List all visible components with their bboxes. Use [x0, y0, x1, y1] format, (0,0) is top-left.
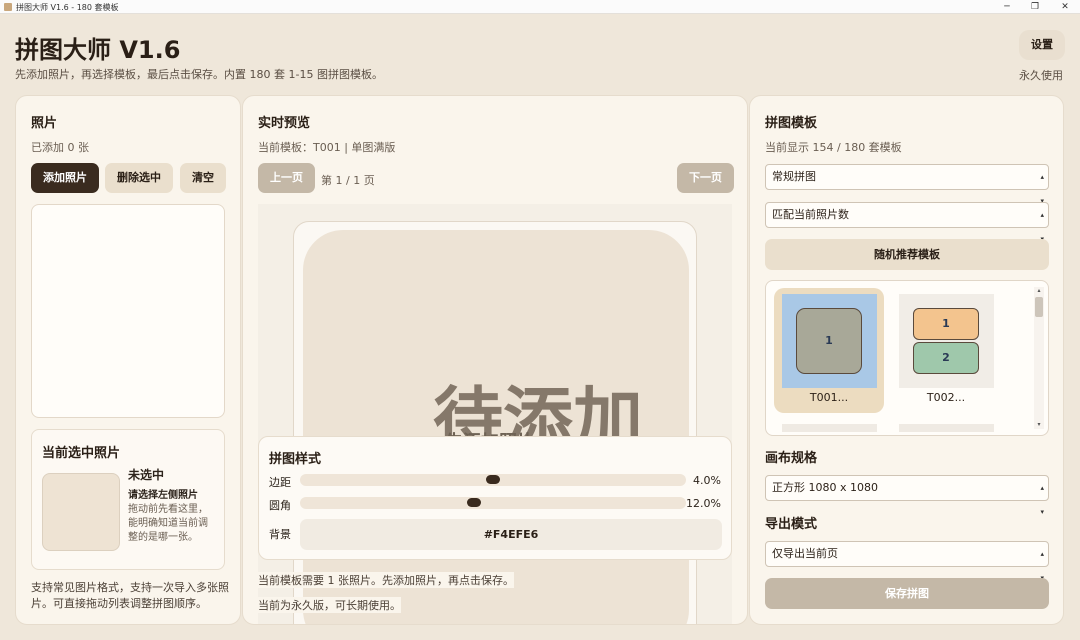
template-label: T001... [809, 391, 849, 404]
window-titlebar: 拼图大师 V1.6 - 180 套模板 ─ ❐ ✕ [0, 0, 1080, 14]
template-category-value: 常规拼图 [772, 170, 816, 183]
canvas-size-title: 画布规格 [765, 451, 818, 466]
template-preview: 1 [782, 294, 877, 388]
template-count: 当前显示 154 / 180 套模板 [765, 141, 902, 154]
style-card: 拼图样式 边距 4.0% 圆角 12.0% 背景 #F4EFE6 [258, 436, 732, 560]
template-cell: 1 [913, 308, 979, 340]
prev-page-button[interactable]: 上一页 [258, 163, 315, 193]
margin-slider-thumb[interactable] [486, 475, 500, 484]
license-note: 当前为永久版，可长期使用。 [258, 597, 401, 613]
export-mode-title: 导出模式 [765, 517, 818, 532]
template-filter-value: 匹配当前照片数 [772, 208, 849, 221]
current-template-text: 当前模板：T001 | 单图满版 [258, 141, 396, 154]
margin-slider[interactable] [300, 474, 686, 486]
app-icon [4, 3, 12, 11]
photos-footer-text: 支持常见图片格式，支持一次导入多张照片。可直接拖动列表调整拼图顺序。 [31, 581, 229, 610]
export-mode-select[interactable]: 仅导出当前页 ▴▾ [765, 541, 1049, 582]
template-scrollbar[interactable]: ▴ ▾ [1034, 287, 1044, 429]
license-status: 永久使用 [1019, 69, 1063, 82]
template-grid: 1 T001... 1 2 T002... ▴ ▾ [765, 280, 1049, 436]
selected-photo-card: 当前选中照片 未选中 请选择左侧照片 拖动前先看这里，能明确知道当前调整的是哪一… [31, 429, 225, 570]
selected-photo-hint: 拖动前先看这里，能明确知道当前调整的是哪一张。 [128, 504, 208, 543]
template-cell: 1 [796, 308, 862, 374]
template-filter-select[interactable]: 匹配当前照片数 ▴▾ [765, 202, 1049, 243]
background-color-field[interactable]: #F4EFE6 [300, 519, 722, 550]
radius-slider[interactable] [300, 497, 686, 509]
app-title: 拼图大师 V1.6 [15, 36, 181, 64]
selected-photo-title: 当前选中照片 [42, 446, 121, 461]
canvas-size-value: 正方形 1080 x 1080 [772, 481, 878, 494]
next-page-button[interactable]: 下一页 [677, 163, 734, 193]
settings-button[interactable]: 设置 [1019, 30, 1065, 60]
background-label: 背景 [269, 528, 291, 541]
selected-photo-thumbnail [42, 473, 120, 551]
radius-value: 12.0% [686, 497, 721, 510]
templates-title: 拼图模板 [765, 116, 818, 131]
scroll-down-icon[interactable]: ▾ [1034, 421, 1044, 429]
preview-panel: 实时预览 当前模板：T001 | 单图满版 上一页 第 1 / 1 页 下一页 … [242, 95, 748, 625]
template-item-t002[interactable]: 1 2 T002... [891, 288, 1001, 413]
close-icon[interactable]: ✕ [1058, 1, 1072, 13]
style-title: 拼图样式 [269, 452, 322, 467]
selected-photo-name: 未选中 [128, 468, 165, 482]
restore-icon[interactable]: ❐ [1028, 1, 1042, 13]
template-item-partial [899, 424, 994, 432]
photos-panel: 照片 已添加 0 张 添加照片 删除选中 清空 当前选中照片 未选中 请选择左侧… [15, 95, 241, 625]
photos-title: 照片 [31, 116, 58, 131]
dropdown-arrow-icon: ▴▾ [1040, 484, 1044, 516]
template-cell: 2 [913, 342, 979, 374]
window-title: 拼图大师 V1.6 - 180 套模板 [16, 3, 119, 12]
minimize-icon[interactable]: ─ [1000, 1, 1014, 13]
canvas-size-select[interactable]: 正方形 1080 x 1080 ▴ ▾ [765, 475, 1049, 516]
template-item-t001[interactable]: 1 T001... [774, 288, 884, 413]
templates-panel: 拼图模板 当前显示 154 / 180 套模板 常规拼图 ▴ ▾ 匹配当前照片数 … [749, 95, 1064, 625]
clear-button[interactable]: 清空 [180, 163, 226, 193]
delete-selected-button[interactable]: 删除选中 [105, 163, 173, 193]
save-collage-button[interactable]: 保存拼图 [765, 578, 1049, 609]
app-subtitle: 先添加照片，再选择模板，最后点击保存。内置 180 套 1-15 图拼图模板。 [15, 68, 383, 81]
template-category-select[interactable]: 常规拼图 ▴ ▾ [765, 164, 1049, 205]
photo-count: 已添加 0 张 [31, 141, 89, 154]
scroll-up-icon[interactable]: ▴ [1034, 287, 1044, 295]
template-label: T002... [926, 391, 966, 404]
add-photo-button[interactable]: 添加照片 [31, 163, 99, 193]
preview-title: 实时预览 [258, 116, 311, 131]
export-mode-value: 仅导出当前页 [772, 547, 838, 560]
canvas-cell: 待添加 先添加照片 [303, 230, 689, 624]
random-template-button[interactable]: 随机推荐模板 [765, 239, 1049, 270]
page-indicator: 第 1 / 1 页 [321, 174, 375, 187]
photo-list[interactable] [31, 204, 225, 418]
template-preview: 1 2 [899, 294, 994, 388]
template-requirement-note: 当前模板需要 1 张照片。先添加照片，再点击保存。 [258, 572, 514, 588]
preview-canvas[interactable]: 待添加 先添加照片 [258, 204, 732, 624]
canvas-frame: 待添加 先添加照片 [293, 221, 697, 624]
scrollbar-thumb[interactable] [1035, 297, 1043, 317]
radius-label: 圆角 [269, 499, 291, 512]
margin-value: 4.0% [693, 474, 721, 487]
template-item-partial [782, 424, 877, 432]
margin-label: 边距 [269, 476, 291, 489]
radius-slider-thumb[interactable] [467, 498, 482, 507]
selected-photo-hint-title: 请选择左侧照片 [128, 490, 198, 501]
